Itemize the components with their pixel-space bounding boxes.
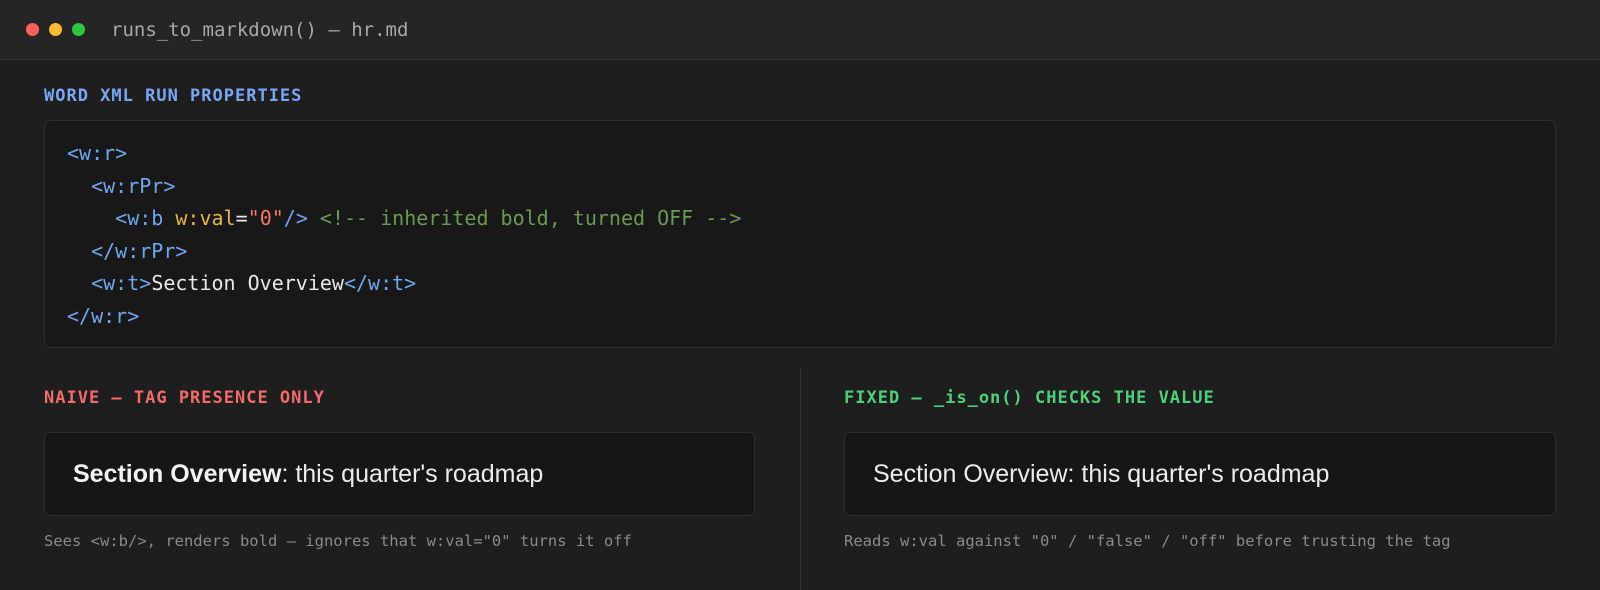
window-title: runs_to_markdown() — hr.md — [111, 18, 409, 41]
code-token-tag: <w:t> — [91, 271, 152, 295]
code-token-cmt: <!-- inherited bold, turned OFF --> — [319, 206, 742, 230]
code-token-tag: </w:t> — [343, 271, 417, 295]
xml-code-block: <w:r> <w:rPr> <w:b w:val="0"/> <!-- inhe… — [44, 120, 1556, 348]
fixed-render-text: Section Overview: this quarter's roadmap — [873, 459, 1330, 488]
code-line: <w:rPr> — [67, 170, 1533, 203]
xml-section-heading: WORD XML RUN PROPERTIES — [44, 86, 303, 106]
naive-render-output: Section Overview: this quarter's roadmap — [44, 432, 755, 516]
code-token-tag: </w:rPr> — [91, 238, 188, 263]
naive-rest-text: : this quarter's roadmap — [281, 459, 544, 488]
naive-bold-text: Section Overview — [73, 459, 282, 488]
code-token-tag: <w:rPr> — [91, 173, 176, 198]
fixed-render-output: Section Overview: this quarter's roadmap — [844, 432, 1556, 516]
panel-divider — [800, 368, 801, 590]
maximize-window-dot[interactable] — [72, 23, 85, 36]
code-token-tag: <w:r> — [67, 141, 128, 165]
naive-panel: NAIVE — TAG PRESENCE ONLY Section Overvi… — [44, 368, 755, 590]
code-line: <w:t>Section Overview</w:t> — [67, 267, 1533, 300]
code-token-txt: Section Overview — [151, 271, 344, 295]
main-content: WORD XML RUN PROPERTIES <w:r> <w:rPr> <w… — [0, 60, 1600, 590]
code-token-tag: </w:r> — [67, 303, 140, 328]
code-line: <w:r> — [67, 137, 1533, 170]
minimize-window-dot[interactable] — [49, 23, 62, 36]
naive-heading: NAIVE — TAG PRESENCE ONLY — [44, 388, 325, 408]
comparison-panels: NAIVE — TAG PRESENCE ONLY Section Overvi… — [44, 368, 1556, 590]
code-token-str: "0" — [247, 206, 284, 230]
fixed-panel: FIXED — _is_on() CHECKS THE VALUE Sectio… — [844, 368, 1556, 590]
fixed-caption: Reads w:val against "0" / "false" / "off… — [844, 532, 1451, 550]
code-token-attr: w:val — [175, 206, 236, 230]
code-token-txt: = — [235, 206, 248, 230]
code-token-tag: <w:b — [115, 206, 176, 230]
fixed-heading: FIXED — _is_on() CHECKS THE VALUE — [844, 388, 1215, 408]
code-line: </w:r> — [67, 300, 1533, 333]
close-window-dot[interactable] — [26, 23, 39, 36]
code-line: </w:rPr> — [67, 235, 1533, 268]
naive-caption: Sees <w:b/>, renders bold — ignores that… — [44, 532, 632, 550]
code-line: <w:b w:val="0"/> <!-- inherited bold, tu… — [67, 202, 1533, 235]
code-token-tag: /> — [283, 206, 308, 230]
window-titlebar: runs_to_markdown() — hr.md — [0, 0, 1600, 60]
